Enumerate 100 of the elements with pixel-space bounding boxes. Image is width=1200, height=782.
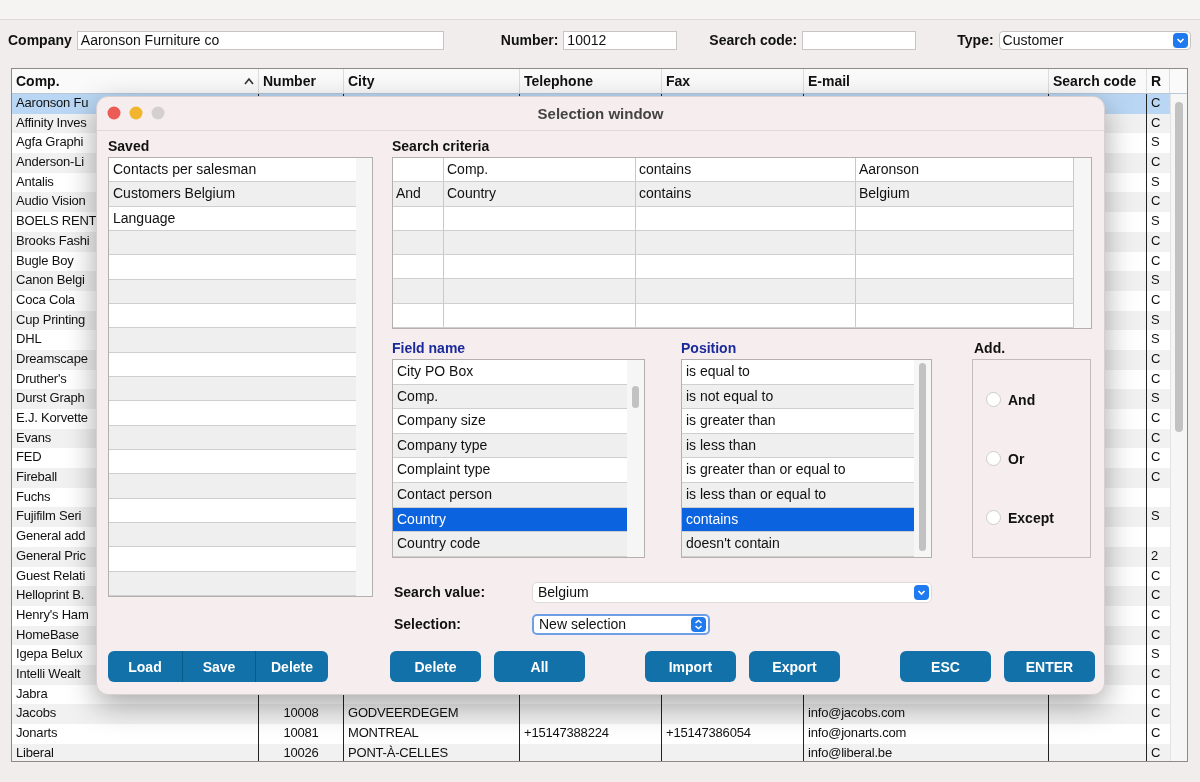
criteria-row[interactable] xyxy=(393,303,1074,328)
radio-label[interactable]: Except xyxy=(1008,509,1054,526)
table-cell: Liberal xyxy=(16,744,54,760)
table-cell: E.J. Korvette xyxy=(16,410,88,425)
column-header[interactable]: City xyxy=(344,69,520,93)
text-field[interactable] xyxy=(802,30,917,50)
saved-action-button[interactable]: Delete xyxy=(256,651,328,682)
table-row[interactable]: Jonarts 10081 MONTREAL +15147388224 +15147386054 info@jonarts.com C xyxy=(12,724,1170,744)
type-dropdown[interactable]: Customer xyxy=(998,30,1191,50)
empty-list-row[interactable] xyxy=(109,547,356,572)
list-item[interactable]: Contact person xyxy=(393,482,627,508)
list-item[interactable]: Company type xyxy=(393,433,627,459)
table-cell: C xyxy=(1151,232,1161,248)
list-item[interactable]: contains xyxy=(682,507,914,533)
radio-button[interactable] xyxy=(986,451,1001,466)
empty-list-row[interactable] xyxy=(109,279,356,304)
stepper-icon[interactable] xyxy=(691,616,706,632)
empty-list-row[interactable] xyxy=(109,571,356,596)
action-button[interactable]: Delete xyxy=(390,651,481,682)
empty-list-row[interactable] xyxy=(109,401,356,426)
saved-selection[interactable]: Customers Belgium xyxy=(109,182,356,207)
empty-list-row[interactable] xyxy=(109,522,356,548)
column-header[interactable]: R xyxy=(1147,69,1170,93)
radio-label[interactable]: Or xyxy=(1008,450,1025,467)
criteria-row[interactable] xyxy=(393,255,1074,280)
column-header[interactable]: Search code xyxy=(1049,69,1147,93)
action-button[interactable]: All xyxy=(494,651,585,682)
table-cell: BOELS RENT xyxy=(16,213,97,229)
table-cell: General Pric xyxy=(16,547,86,563)
list-item[interactable]: is equal to xyxy=(682,360,914,385)
empty-list-row[interactable] xyxy=(109,474,356,499)
chevron-down-icon[interactable] xyxy=(1172,32,1188,48)
action-button[interactable]: Export xyxy=(749,651,840,682)
selection-dropdown[interactable]: New selection xyxy=(532,613,710,635)
criteria-row[interactable]: Comp. contains Aaronson xyxy=(393,158,1074,183)
table-cell: Guest Relati xyxy=(16,567,86,583)
column-header[interactable]: Telephone xyxy=(520,69,662,93)
criteria-row[interactable] xyxy=(393,279,1074,304)
empty-list-row[interactable] xyxy=(109,255,356,280)
criteria-cell: contains xyxy=(639,161,692,177)
empty-list-row[interactable] xyxy=(109,328,356,353)
empty-list-row[interactable] xyxy=(109,449,356,475)
list-item[interactable]: doesn't contain xyxy=(682,532,914,557)
chevron-down-icon[interactable] xyxy=(914,584,929,600)
list-item[interactable]: is less than xyxy=(682,433,914,459)
saved-action-button[interactable]: Load xyxy=(108,651,183,682)
scrollbar-thumb[interactable] xyxy=(632,386,639,408)
text-field[interactable]: Aaronson Furniture co xyxy=(76,30,444,50)
column-header[interactable]: Number xyxy=(259,69,344,93)
list-item[interactable]: Complaint type xyxy=(393,458,627,483)
window-title: Selection window xyxy=(536,105,665,122)
list-item[interactable]: Comp. xyxy=(393,384,627,410)
table-cell: info@jacobs.com xyxy=(808,705,905,721)
empty-list-row[interactable] xyxy=(109,231,356,256)
table-cell: S xyxy=(1151,646,1160,662)
empty-list-row[interactable] xyxy=(109,376,356,402)
saved-action-button[interactable]: Save xyxy=(183,651,256,682)
radio-button[interactable] xyxy=(986,392,1001,407)
column-header[interactable]: Comp. xyxy=(12,69,259,93)
table-cell: C xyxy=(1151,154,1161,170)
list-item[interactable]: Country code xyxy=(393,532,627,557)
criteria-row[interactable]: And Country contains Belgium xyxy=(393,182,1074,207)
column-header[interactable]: Fax xyxy=(662,69,804,93)
list-item[interactable]: is greater than xyxy=(682,409,914,434)
saved-selection[interactable]: Language xyxy=(109,206,356,231)
minimize-icon[interactable] xyxy=(129,106,143,120)
criteria-row[interactable] xyxy=(393,230,1074,256)
text-field[interactable]: 10012 xyxy=(563,30,678,50)
action-button[interactable]: ENTER xyxy=(1004,651,1095,682)
table-cell: C xyxy=(1151,665,1161,681)
table-row[interactable]: Jacobs 10008 GODVEERDEGEM info@jacobs.com C xyxy=(12,704,1170,724)
zoom-icon[interactable] xyxy=(151,106,165,120)
table-cell: Brooks Fashi xyxy=(16,232,90,248)
list-item[interactable]: is not equal to xyxy=(682,384,914,410)
criteria-cell: Aaronson xyxy=(859,161,919,177)
list-item[interactable]: City PO Box xyxy=(393,360,627,385)
action-button[interactable]: ESC xyxy=(900,651,991,682)
action-button[interactable]: Import xyxy=(645,651,736,682)
saved-selection[interactable]: Contacts per salesman xyxy=(109,158,356,183)
table-cell: C xyxy=(1151,744,1161,760)
table-row[interactable]: Liberal 10026 PONT-À-CELLES info@liberal.be C xyxy=(12,743,1170,761)
empty-list-row[interactable] xyxy=(109,352,356,377)
search-value-dropdown[interactable]: Belgium xyxy=(532,581,932,603)
criteria-row[interactable] xyxy=(393,206,1074,231)
list-item[interactable]: Country xyxy=(393,507,627,533)
table-cell: C xyxy=(1151,252,1161,268)
list-item[interactable]: is less than or equal to xyxy=(682,482,914,508)
empty-list-row[interactable] xyxy=(109,425,356,450)
scrollbar-thumb[interactable] xyxy=(919,363,926,551)
table-cell: C xyxy=(1151,291,1161,307)
list-item[interactable]: is greater than or equal to xyxy=(682,458,914,483)
scrollbar[interactable] xyxy=(1170,94,1187,761)
radio-button[interactable] xyxy=(986,510,1001,525)
empty-list-row[interactable] xyxy=(109,303,356,329)
empty-list-row[interactable] xyxy=(109,498,356,523)
radio-label[interactable]: And xyxy=(1008,391,1036,408)
list-item[interactable]: Company size xyxy=(393,409,627,434)
column-header[interactable]: E-mail xyxy=(804,69,1049,93)
close-icon[interactable] xyxy=(107,106,121,120)
table-cell: C xyxy=(1151,469,1161,485)
